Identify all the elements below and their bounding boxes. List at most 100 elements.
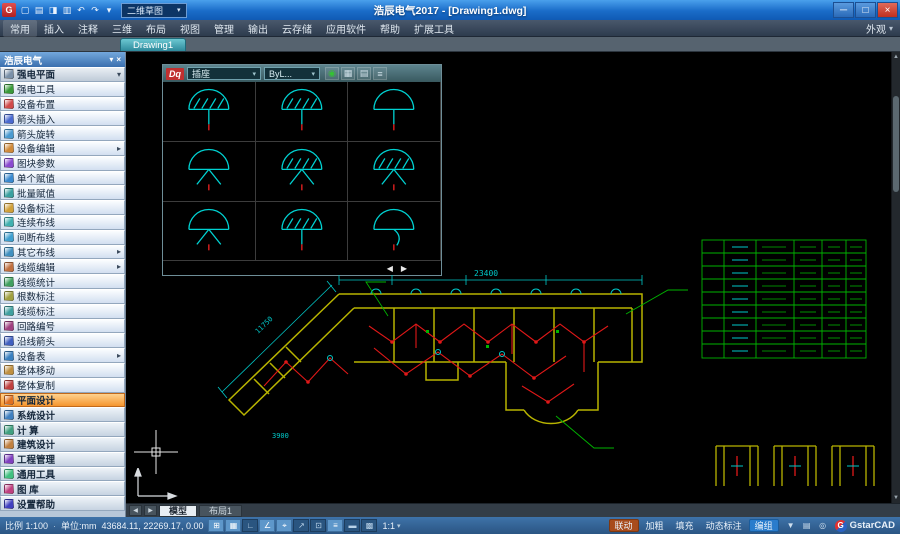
socket-symbol-1[interactable] — [163, 82, 256, 142]
scroll-up-icon[interactable]: ▲ — [892, 52, 900, 62]
snap-toggle-icon[interactable]: ⊞ — [208, 519, 224, 532]
sidebar-item-continuous-wiring[interactable]: 连续布线 — [0, 215, 125, 230]
symbol-palette-window[interactable]: Dq 插座 ▾ ByL... ▾ ◉▦▤≡ ◀ — [162, 64, 442, 276]
otrack-toggle-icon[interactable]: ↗ — [293, 519, 309, 532]
vertical-scrollbar[interactable]: ▲ ▼ — [891, 52, 900, 503]
menu-tab-8[interactable]: 云存储 — [275, 20, 319, 37]
polar-toggle-icon[interactable]: ∠ — [259, 519, 275, 532]
menu-tab-2[interactable]: 注释 — [71, 20, 105, 37]
lineweight-icon[interactable]: ▬ — [344, 519, 360, 532]
sidebar-item-common-tools[interactable]: 通用工具 — [0, 467, 125, 482]
sidebar-item-broken-wiring[interactable]: 间断布线 — [0, 230, 125, 245]
sidebar-item-single-assign[interactable]: 单个赋值 — [0, 171, 125, 186]
filter-icon[interactable]: ▼ — [784, 519, 798, 532]
scale-indicator[interactable]: 比例 1:100 — [5, 519, 48, 532]
toggle-fill[interactable]: 填充 — [671, 519, 699, 532]
list-view-icon[interactable]: ▤ — [357, 67, 371, 80]
socket-symbol-6[interactable] — [348, 142, 441, 202]
document-tab-drawing1[interactable]: Drawing1 — [120, 38, 186, 51]
sidebar-item-circuit-number[interactable]: 回路编号 — [0, 319, 125, 334]
notification-icon[interactable]: ◎ — [816, 519, 830, 532]
dyn-input-icon[interactable]: ≡ — [327, 519, 343, 532]
sidebar-item-along-line-arrow[interactable]: 沿线箭头 — [0, 333, 125, 348]
open-file-icon[interactable]: ▤ — [32, 3, 46, 18]
menu-tab-5[interactable]: 视图 — [173, 20, 207, 37]
menu-tab-4[interactable]: 布局 — [139, 20, 173, 37]
drawing-canvas[interactable]: Dq 插座 ▾ ByL... ▾ ◉▦▤≡ ◀ — [126, 52, 900, 503]
layer-style-dropdown[interactable]: ByL... ▾ — [264, 67, 320, 80]
sidebar-item-block-library[interactable]: 图 库 — [0, 481, 125, 496]
toggle-dynamic-dim[interactable]: 动态标注 — [701, 519, 747, 532]
sidebar-close-icon[interactable]: × — [116, 55, 121, 64]
osnap-toggle-icon[interactable]: ⌖ — [276, 519, 292, 532]
sidebar-item-plane-design[interactable]: 平面设计 — [0, 393, 125, 408]
ortho-toggle-icon[interactable]: ∟ — [242, 519, 258, 532]
sidebar-item-calculate[interactable]: 计 算 — [0, 422, 125, 437]
palette-header[interactable]: Dq 插座 ▾ ByL... ▾ ◉▦▤≡ — [163, 65, 441, 82]
print-icon[interactable]: ▥ — [60, 3, 74, 18]
zoom-control[interactable]: 1:1 ▾ — [382, 521, 400, 531]
socket-symbol-3[interactable] — [348, 82, 441, 142]
sidebar-item-other-wiring[interactable]: 其它布线▸ — [0, 245, 125, 260]
layout-tab-layout1[interactable]: 布局1 — [199, 505, 242, 517]
menu-tab-10[interactable]: 帮助 — [373, 20, 407, 37]
menu-tab-9[interactable]: 应用软件 — [319, 20, 373, 37]
workspace-switcher[interactable]: 二维草图 ▾ — [121, 3, 187, 18]
socket-symbol-5[interactable] — [256, 142, 349, 202]
scrollbar-thumb[interactable] — [893, 96, 899, 192]
sidebar-item-cable-stats[interactable]: 线缆统计 — [0, 274, 125, 289]
save-icon[interactable]: ◨ — [46, 3, 60, 18]
sidebar-item-device-edit[interactable]: 设备编辑▸ — [0, 141, 125, 156]
scroll-down-icon[interactable]: ▼ — [892, 493, 900, 503]
toggle-bold-lines[interactable]: 加粗 — [641, 519, 669, 532]
quick-access-dropdown-icon[interactable]: ▾ — [102, 3, 116, 18]
menu-tab-3[interactable]: 三维 — [105, 20, 139, 37]
sidebar-item-device-table[interactable]: 设备表▸ — [0, 348, 125, 363]
layout-tab-model[interactable]: 模型 — [159, 505, 197, 517]
sidebar-item-arrow-insert[interactable]: 箭头插入 — [0, 111, 125, 126]
sidebar-item-cable-edit[interactable]: 线缆编辑▸ — [0, 259, 125, 274]
sidebar-item-count-label[interactable]: 根数标注 — [0, 289, 125, 304]
palette-menu-icon[interactable]: ≡ — [373, 67, 387, 80]
menu-tab-1[interactable]: 插入 — [37, 20, 71, 37]
brand-badge[interactable]: G GstarCAD — [835, 520, 895, 532]
new-file-icon[interactable]: ▢ — [18, 3, 32, 18]
sidebar-item-building-design[interactable]: 建筑设计 — [0, 437, 125, 452]
symbol-category-dropdown[interactable]: 插座 ▾ — [187, 67, 261, 80]
sidebar-item-move-all[interactable]: 整体移动 — [0, 363, 125, 378]
menu-tab-6[interactable]: 管理 — [207, 20, 241, 37]
sidebar-item-system-design[interactable]: 系统设计 — [0, 407, 125, 422]
plot-icon[interactable]: ▤ — [800, 519, 814, 532]
layout-prev-icon[interactable]: ◀ — [129, 505, 142, 516]
insert-block-icon[interactable]: ◉ — [325, 67, 339, 80]
socket-symbol-2[interactable] — [256, 82, 349, 142]
sidebar-item-power-plane[interactable]: 强电平面▾ — [0, 67, 125, 82]
layout-next-icon[interactable]: ▶ — [144, 505, 157, 516]
maximize-button[interactable]: □ — [855, 2, 876, 18]
menu-tab-11[interactable]: 扩展工具 — [407, 20, 461, 37]
minimize-button[interactable]: ─ — [833, 2, 854, 18]
socket-symbol-4[interactable] — [163, 142, 256, 202]
close-button[interactable]: × — [877, 2, 898, 18]
sidebar-item-project-manage[interactable]: 工程管理 — [0, 452, 125, 467]
sidebar-item-device-label[interactable]: 设备标注 — [0, 200, 125, 215]
redo-icon[interactable]: ↷ — [88, 3, 102, 18]
sidebar-item-copy-all[interactable]: 整体复制 — [0, 378, 125, 393]
sidebar-item-block-params[interactable]: 图块参数 — [0, 156, 125, 171]
sidebar-item-cable-label[interactable]: 线缆标注 — [0, 304, 125, 319]
sidebar-item-power-tools[interactable]: 强电工具 — [0, 82, 125, 97]
sidebar-pin-icon[interactable]: ▾ — [109, 55, 113, 64]
sidebar-item-device-layout[interactable]: 设备布置 — [0, 97, 125, 112]
toggle-linked-move[interactable]: 联动 — [609, 519, 639, 532]
menu-tab-7[interactable]: 输出 — [241, 20, 275, 37]
grid-view-icon[interactable]: ▦ — [341, 67, 355, 80]
menu-tab-0[interactable]: 常用 — [3, 20, 37, 37]
sidebar-header[interactable]: 浩辰电气 ▾ × — [0, 52, 125, 67]
sidebar-item-settings-help[interactable]: 设置帮助 — [0, 496, 125, 511]
appearance-menu[interactable]: 外观 ▾ — [866, 21, 897, 36]
toggle-group[interactable]: 编组 — [749, 519, 779, 532]
sidebar-item-batch-assign[interactable]: 批量赋值 — [0, 185, 125, 200]
dyn-ucs-icon[interactable]: ⊡ — [310, 519, 326, 532]
grid-toggle-icon[interactable]: ▦ — [225, 519, 241, 532]
undo-icon[interactable]: ↶ — [74, 3, 88, 18]
